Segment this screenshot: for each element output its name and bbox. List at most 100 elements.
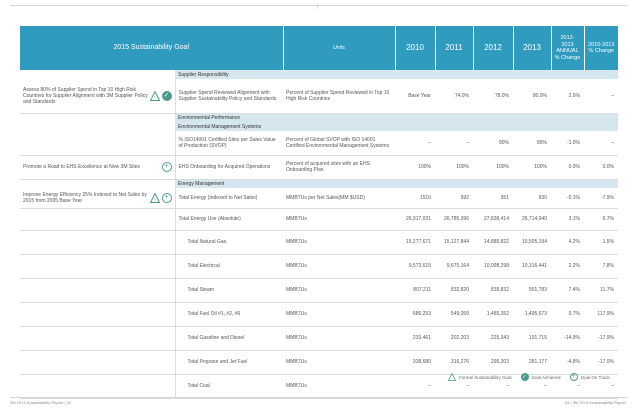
formal-goal-legend-icon [447, 372, 457, 381]
value-2013: 901,783 [513, 278, 551, 303]
table-row: Total Gasoline and Diesel MMBTUs 233,461… [20, 326, 618, 351]
value-2012: 10,098,298 [473, 254, 513, 279]
value-2011: 74.0% [435, 79, 473, 114]
units-cell: MMBTUs [283, 302, 395, 327]
metric-cell: Total Coal [175, 374, 283, 399]
value-2012: 839,832 [473, 278, 513, 303]
section-energy: Energy Management [175, 179, 618, 188]
table-header-row: 2015 Sustainability Goal Units 2010 2011… [20, 26, 618, 70]
units-cell: Percent of acquired sites with an EHS On… [283, 155, 395, 180]
svg-text:!: ! [154, 197, 155, 203]
value-2011: 26,785,396 [435, 208, 473, 231]
units-cell: MMBTUs [283, 208, 395, 231]
total-change: 117.9% [584, 302, 618, 327]
goal-on-track-legend-icon: + [569, 373, 578, 381]
legend-achieved-label: Goal Achieved [531, 374, 561, 380]
goal-on-track-icon: + [161, 162, 172, 172]
annual-change: -0.1% [551, 188, 584, 209]
units-cell: MMBTUs [283, 350, 395, 375]
goal-text: Promote a Road to EHS Excellence at New … [23, 164, 140, 170]
header-total-change: 2010-2013 % Change [583, 26, 618, 70]
annual-change: -1.0% [551, 131, 584, 156]
table-row: Total Electrical MMBTUs 9,573,615 9,675,… [20, 254, 618, 279]
footer-rule [10, 397, 628, 398]
header-units: Units [282, 26, 395, 70]
value-2010: 100% [395, 155, 435, 180]
metric-cell: Total Energy Use (Absolute) [175, 208, 283, 231]
formal-goal-icon: ! [149, 192, 160, 203]
total-change: -7.9% [584, 188, 618, 209]
value-2010: 338,680 [395, 350, 435, 375]
formal-goal-icon: ! [149, 90, 160, 101]
value-2013: 930 [513, 188, 551, 209]
table-row: Total Propane and Jet Fuel MMBTUs 338,68… [20, 350, 618, 375]
value-2010: 15,277,671 [395, 230, 435, 255]
table-row: Total Steam MMBTUs 807,211 832,820 839,8… [20, 278, 618, 303]
value-2010: 807,211 [395, 278, 435, 303]
goal-cell: Improve Energy Efficiency 25% Indexed to… [20, 188, 176, 209]
value-2012: 951 [473, 188, 513, 209]
value-2010: Base Year [395, 79, 435, 114]
value-2011: 316,276 [435, 350, 473, 375]
value-2011: 832,820 [435, 278, 473, 303]
value-2011: 15,127,844 [435, 230, 473, 255]
units-cell: Percent of Global SVOP with ISO 14001 Ce… [283, 131, 395, 156]
footer-right-page: 33 | 3M 2013 Sustainability Report [564, 400, 626, 405]
units-cell: MMBTUs [283, 254, 395, 279]
total-change: 1.5% [584, 230, 618, 255]
value-2012: 14,885,822 [473, 230, 513, 255]
total-change: – [584, 131, 618, 156]
section-row: Environmental Performance [20, 113, 618, 122]
header-annual-change: 2012-2013 ANNUAL % Change [550, 26, 584, 70]
value-2013: 281,177 [513, 350, 551, 375]
total-change: 7.8% [584, 254, 618, 279]
goal-cell: Assess 80% of Supplier Spend in Top 10 H… [20, 79, 176, 114]
value-2010: 1510 [395, 188, 435, 209]
annual-change: 0.7% [551, 302, 584, 327]
header-2013: 2013 [512, 26, 551, 70]
section-row: Environmental Management Systems [20, 122, 618, 131]
goal-achieved-icon: ✓ [161, 90, 172, 101]
value-2012: 225,343 [473, 326, 513, 351]
table-row: Promote a Road to EHS Excellence at New … [20, 155, 618, 180]
value-2011: – [435, 131, 473, 156]
annual-change: 4.2% [551, 230, 584, 255]
metric-cell: EHS Onboarding for Acquired Operations [175, 155, 283, 180]
table-row: % ISO14001 Certified Sites per Sales Val… [20, 131, 618, 156]
table-row: Total Natural Gas MMBTUs 15,277,671 15,1… [20, 230, 618, 255]
annual-change: -4.8% [551, 350, 584, 375]
legend-formal-label: Formal Sustainability Goal [459, 374, 512, 380]
header-2011: 2011 [434, 26, 473, 70]
annual-change: 2.6% [551, 79, 584, 114]
total-change: -17.9% [584, 326, 618, 351]
svg-text:!: ! [154, 95, 155, 101]
goal-text: Improve Energy Efficiency 25% Indexed to… [23, 191, 147, 204]
units-cell: MMBTUs per Net Sales(MM $USD) [283, 188, 395, 209]
metric-cell: Total Natural Gas [175, 230, 283, 255]
value-2013: 191,715 [513, 326, 551, 351]
legend: Formal Sustainability Goal ✓ Goal Achiev… [447, 372, 616, 381]
annual-change: 3.1% [551, 208, 584, 231]
metric-cell: Total Steam [175, 278, 283, 303]
table-row: Total Energy Use (Absolute) MMBTUs 26,91… [20, 208, 618, 231]
metric-cell: Total Electrical [175, 254, 283, 279]
value-2010: 233,461 [395, 326, 435, 351]
table-row: Assess 80% of Supplier Spend in Top 10 H… [20, 79, 618, 114]
value-2013: 89% [513, 131, 551, 156]
total-change: -17.0% [584, 350, 618, 375]
value-2010: – [395, 131, 435, 156]
value-2011: 100% [435, 155, 473, 180]
value-2013: 80.0% [513, 79, 551, 114]
value-2013: 10,316,441 [513, 254, 551, 279]
table-row: Improve Energy Efficiency 25% Indexed to… [20, 188, 618, 209]
metric-cell: Supplier Spend Reviewed Alignment with S… [175, 79, 283, 114]
value-2013: 1,495,673 [513, 302, 551, 327]
metric-cell: Total Gasoline and Diesel [175, 326, 283, 351]
section-supplier: Supplier Responsibility [175, 70, 618, 79]
goal-cell: Promote a Road to EHS Excellence at New … [20, 155, 176, 180]
metric-cell: Total Fuel Oil #1, #2, #6 [175, 302, 283, 327]
value-2010: 9,573,615 [395, 254, 435, 279]
value-2012: 1,485,352 [473, 302, 513, 327]
metric-cell: % ISO14001 Certified Sites per Sales Val… [175, 131, 283, 156]
total-change: 0.0% [584, 155, 618, 180]
